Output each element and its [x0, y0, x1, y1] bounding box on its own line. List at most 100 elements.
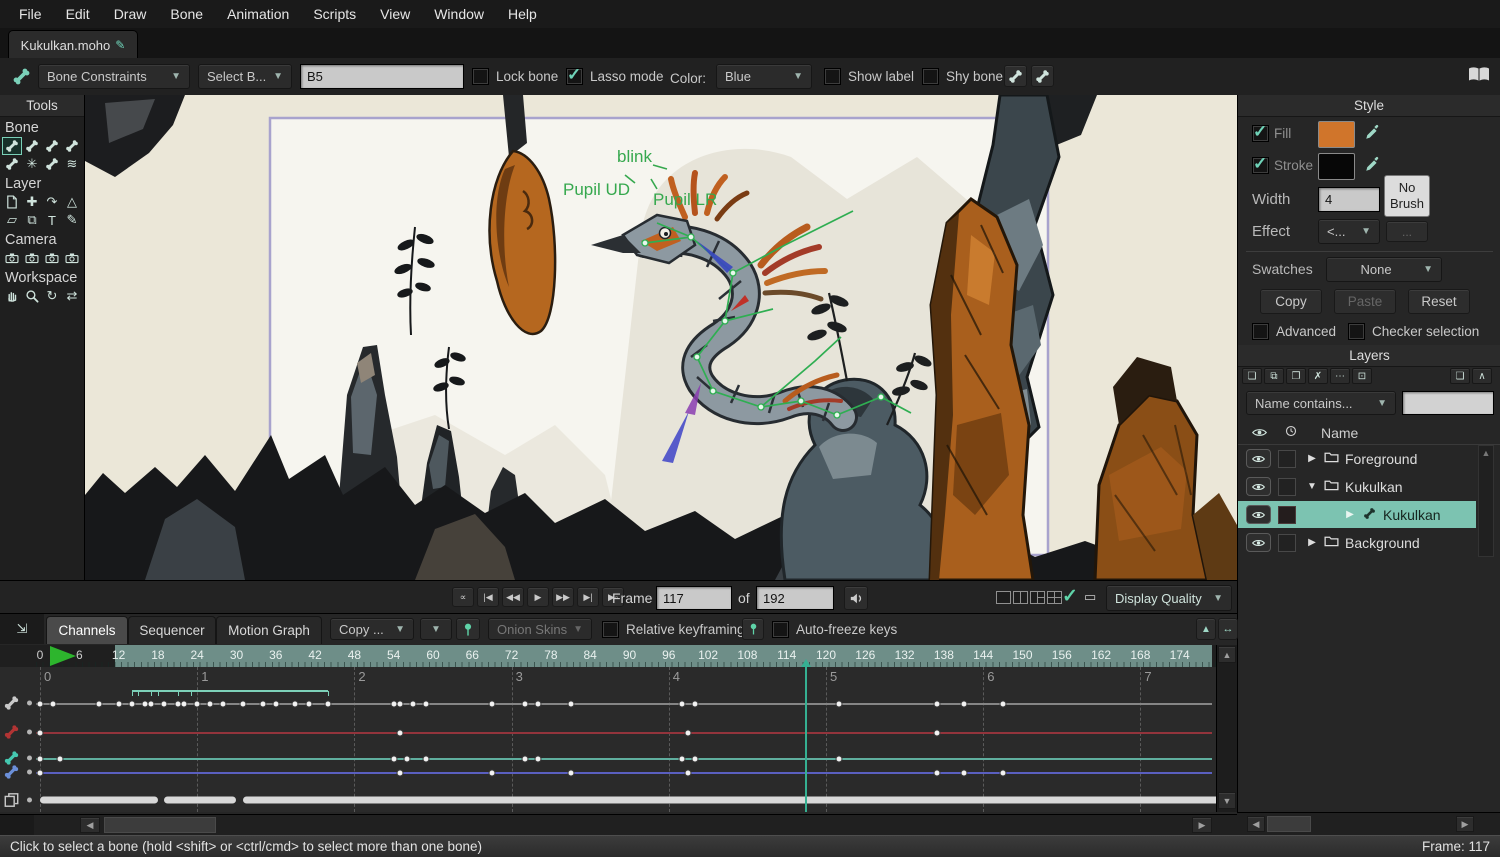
keyframe[interactable]	[692, 701, 699, 708]
keyframe[interactable]	[534, 756, 541, 763]
four-views-button[interactable]	[1047, 591, 1062, 604]
canvas-workspace[interactable]: blink Pupil UD Pupil LR	[85, 95, 1237, 580]
paste-style-button[interactable]: Paste	[1334, 289, 1396, 314]
checkbox[interactable]	[1348, 323, 1365, 340]
next-keyframe-button[interactable]: ▶▶	[552, 587, 574, 607]
orbit-workspace-tool[interactable]: ⇄	[62, 287, 82, 305]
scrollbar-thumb[interactable]	[1267, 816, 1311, 832]
bone-strength-tool[interactable]: ✳	[22, 155, 42, 173]
display-quality-dropdown[interactable]: Display Quality▼	[1106, 585, 1232, 611]
expand-layer-icon[interactable]: ▶	[1344, 509, 1356, 520]
bone-transform-channel-icon[interactable]	[3, 695, 25, 711]
layer-color-swatch[interactable]	[1278, 506, 1296, 524]
lock-bone-checkbox[interactable]: Lock bone	[472, 68, 558, 85]
visibility-column-eye-icon[interactable]	[1252, 425, 1267, 440]
scroll-up-icon[interactable]: ▲	[1479, 448, 1493, 458]
keyframe[interactable]	[960, 770, 967, 777]
keyframe[interactable]	[161, 701, 168, 708]
onion-skins-dropdown[interactable]: Onion Skins▼	[488, 618, 592, 640]
magnet-tool-tool[interactable]: △	[62, 193, 82, 211]
copy-style-button[interactable]: Copy	[1260, 289, 1322, 314]
auto-freeze-keys-checkbox[interactable]: Auto-freeze keys	[772, 621, 897, 638]
effect-dropdown[interactable]: <...▼	[1318, 219, 1380, 244]
stroke-width-input[interactable]: 4	[1318, 187, 1380, 212]
keyframe[interactable]	[678, 701, 685, 708]
keyframe[interactable]	[685, 730, 692, 737]
layer-visibility-channel-segment[interactable]	[40, 797, 158, 804]
keyframe[interactable]	[488, 701, 495, 708]
delete-layer-button[interactable]: ✗	[1308, 368, 1328, 384]
bone-teal-channel-keyframe-indicator[interactable]	[27, 756, 32, 761]
bone-translate-tool[interactable]	[62, 137, 82, 155]
keyframe[interactable]	[259, 701, 266, 708]
layer-row-kukulkan-bone[interactable]: ▶Kukulkan	[1238, 501, 1476, 528]
keyframe[interactable]	[397, 730, 404, 737]
layers-scrollbar[interactable]: ▲	[1478, 445, 1494, 557]
layer-visibility-channel-segment[interactable]	[164, 797, 236, 804]
layer-color-swatch[interactable]	[1278, 450, 1296, 468]
layer-visibility-eye-icon[interactable]	[1246, 505, 1271, 524]
add-point-tool-tool[interactable]: ✚	[22, 193, 42, 211]
layer-visibility-eye-icon[interactable]	[1246, 477, 1271, 496]
timeline-tracks[interactable]: 01234567	[0, 667, 1216, 812]
layer-color-swatch[interactable]	[1278, 534, 1296, 552]
timeline-vertical-scrollbar[interactable]: ▲ ▼	[1216, 645, 1237, 812]
keyframe[interactable]	[999, 770, 1006, 777]
keyframe[interactable]	[567, 770, 574, 777]
keyframe[interactable]	[534, 701, 541, 708]
collapse-timeline-button[interactable]: ▲	[1196, 618, 1216, 640]
keyframe[interactable]	[836, 701, 843, 708]
checkbox-checked[interactable]	[566, 68, 583, 85]
fill-eyedropper-icon[interactable]	[1364, 123, 1382, 144]
tool-group-dropdown[interactable]: Bone Constraints▼	[38, 64, 190, 89]
document-tab[interactable]: Kukulkan.moho ✎	[8, 30, 138, 59]
pin-timeline-button[interactable]	[456, 618, 480, 640]
new-group-button[interactable]: ❐	[1286, 368, 1306, 384]
current-frame-marker[interactable]	[801, 659, 811, 667]
menu-animation[interactable]: Animation	[216, 2, 300, 26]
scrollbar-thumb[interactable]	[104, 817, 216, 833]
swatches-dropdown[interactable]: None▼	[1326, 257, 1442, 282]
fill-color-swatch[interactable]	[1318, 121, 1355, 148]
keyframe[interactable]	[934, 770, 941, 777]
scroll-up-button[interactable]: ▲	[1218, 646, 1236, 663]
add-bone-tool[interactable]	[22, 137, 42, 155]
fit-timeline-button[interactable]: ↔	[1218, 618, 1238, 640]
reparent-bone-tool[interactable]	[42, 137, 62, 155]
keyframe[interactable]	[521, 701, 528, 708]
play-start-marker[interactable]	[50, 646, 76, 666]
crop-view-icon[interactable]: ▭	[1084, 589, 1096, 605]
layer-reference-button[interactable]: ⊡	[1352, 368, 1372, 384]
bone-dynamics-tool[interactable]	[42, 155, 62, 173]
curvature-tool-tool[interactable]: ↷	[42, 193, 62, 211]
checkbox[interactable]	[772, 621, 789, 638]
tab-sequencer[interactable]: Sequencer	[128, 616, 216, 644]
layer-row-kukulkan[interactable]: ▼Kukulkan	[1238, 473, 1476, 500]
keyframe[interactable]	[115, 701, 122, 708]
new-layer-button[interactable]: ❏	[1242, 368, 1262, 384]
keyframe[interactable]	[934, 730, 941, 737]
bone-label-pupil-ud[interactable]: Pupil UD	[563, 180, 630, 199]
checkbox[interactable]	[922, 68, 939, 85]
keyframe[interactable]	[220, 701, 227, 708]
keyframe[interactable]	[56, 756, 63, 763]
shear-layer-tool-tool[interactable]: ▱	[2, 211, 22, 229]
layer-visibility-channel-segment[interactable]	[243, 797, 1216, 804]
scroll-right-button[interactable]: ▶	[1456, 816, 1474, 832]
shy-bone-checkbox[interactable]: Shy bone	[922, 68, 1003, 85]
new-layer-tool-tool[interactable]	[2, 193, 22, 211]
keyframe[interactable]	[37, 701, 44, 708]
pan-tilt-camera-tool[interactable]	[62, 249, 82, 267]
scroll-down-button[interactable]: ▼	[1218, 792, 1236, 809]
expand-layer-icon[interactable]: ▶	[1306, 453, 1318, 464]
bind-bone-tool[interactable]	[2, 155, 22, 173]
current-frame-line[interactable]	[805, 667, 807, 812]
keyframe[interactable]	[678, 756, 685, 763]
menu-help[interactable]: Help	[497, 2, 548, 26]
bone-wind-tool[interactable]: ≋	[62, 155, 82, 173]
bone-color-dropdown[interactable]: Blue▼	[716, 64, 812, 89]
show-label-checkbox[interactable]: Show label	[824, 68, 914, 85]
scroll-left-button[interactable]: ◀	[1247, 816, 1265, 832]
duplicate-layer-tool-tool[interactable]: ⧉	[22, 211, 42, 229]
two-views-button[interactable]	[1013, 591, 1028, 604]
